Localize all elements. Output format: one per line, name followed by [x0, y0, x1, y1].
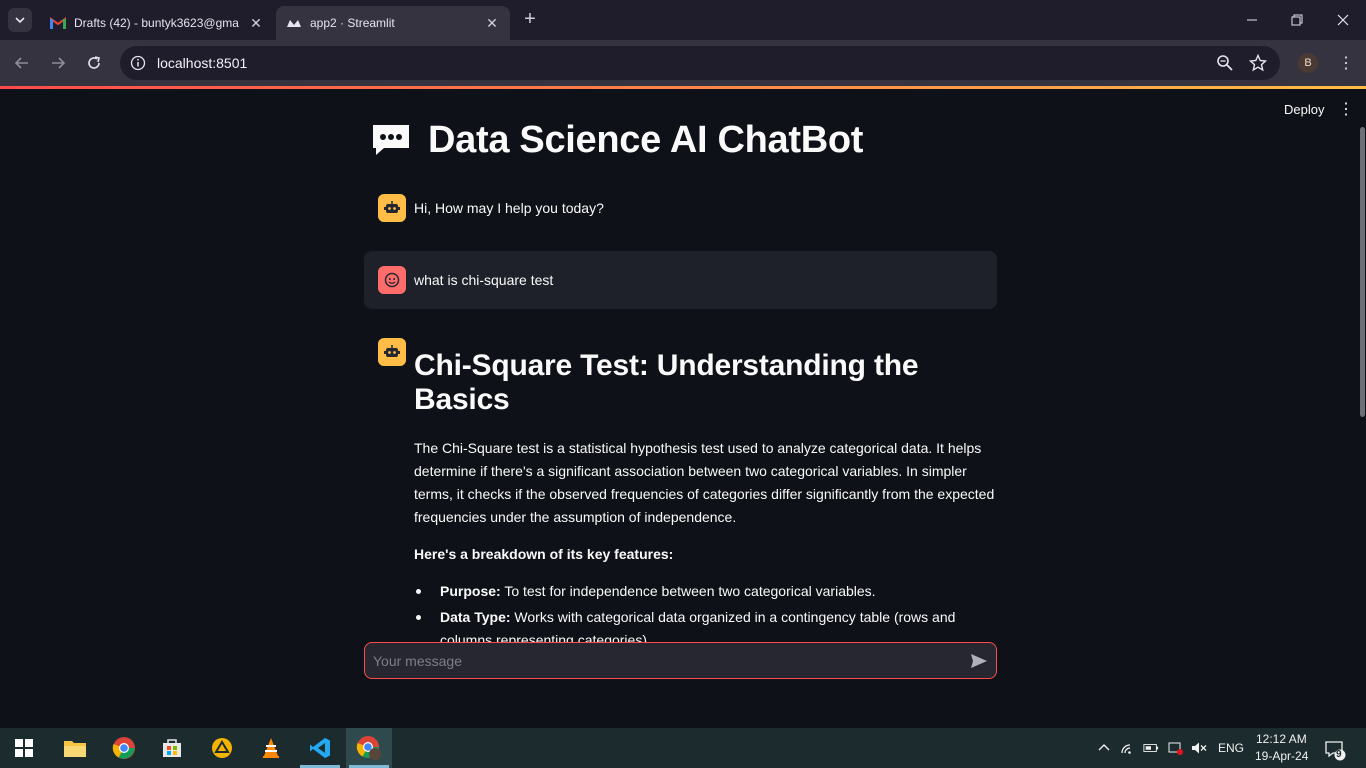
- close-window-button[interactable]: [1331, 8, 1355, 32]
- site-info-icon[interactable]: [130, 55, 146, 71]
- new-tab-button[interactable]: +: [520, 9, 540, 30]
- notifications-icon[interactable]: [1323, 738, 1347, 762]
- language-indicator[interactable]: ENG: [1218, 741, 1244, 755]
- browser-toolbar: localhost:8501 B ⋮: [0, 40, 1366, 86]
- clock-date[interactable]: 19-Apr-24: [1255, 749, 1308, 763]
- chat-message-assistant-answer: Chi-Square Test: Understanding the Basic…: [414, 349, 999, 655]
- tab-gmail[interactable]: Drafts (42) - buntyk3623@gma ✕: [40, 6, 274, 40]
- streamlit-app: Deploy ⋮ Data Science AI ChatBot Hi, How…: [0, 89, 1366, 728]
- url-text: localhost:8501: [157, 55, 248, 71]
- robot-icon: [378, 338, 406, 366]
- close-icon: [1337, 14, 1349, 26]
- app-title: Data Science AI ChatBot: [428, 119, 864, 161]
- close-icon[interactable]: ✕: [484, 15, 500, 31]
- tab-streamlit[interactable]: app2 · Streamlit ✕: [276, 6, 510, 40]
- smiley-face-icon: [378, 266, 406, 294]
- vlc-icon[interactable]: [257, 734, 285, 762]
- chevron-down-icon: [15, 17, 25, 24]
- robot-icon: [378, 194, 406, 222]
- close-icon[interactable]: ✕: [248, 15, 264, 31]
- streamlit-icon: [286, 15, 302, 31]
- scrollbar[interactable]: [1360, 127, 1365, 417]
- chat-input[interactable]: [373, 643, 953, 678]
- minimize-button[interactable]: [1240, 8, 1264, 32]
- breakdown-label: Here's a breakdown of its key features:: [414, 546, 674, 562]
- bookmark-star-icon[interactable]: [1249, 54, 1267, 72]
- microsoft-store-icon[interactable]: [158, 734, 186, 762]
- chat-message-user: what is chi-square test: [364, 251, 997, 309]
- chevron-up-icon[interactable]: [1096, 740, 1112, 756]
- wifi-icon[interactable]: [1120, 740, 1136, 756]
- bullet-term: Purpose:: [440, 583, 501, 599]
- reload-button[interactable]: [82, 51, 106, 75]
- windows-start-icon[interactable]: [10, 734, 38, 762]
- chat-message-assistant: Hi, How may I help you today?: [364, 192, 997, 232]
- clock-time[interactable]: 12:12 AM: [1256, 732, 1307, 746]
- arrow-right-icon: [52, 57, 66, 69]
- windows-taskbar: ENG 12:12 AM 19-Apr-24 9: [0, 728, 1366, 768]
- speech-bubble-icon: [373, 124, 409, 155]
- back-button[interactable]: [10, 51, 34, 75]
- restore-icon: [1291, 14, 1303, 26]
- chat-input-container: [364, 642, 997, 679]
- restore-button[interactable]: [1285, 8, 1309, 32]
- answer-heading: Chi-Square Test: Understanding the Basic…: [414, 349, 919, 416]
- page-title: Data Science AI ChatBot: [370, 119, 863, 162]
- tab-title: app2 · Streamlit: [310, 16, 395, 30]
- file-explorer-icon[interactable]: [61, 734, 89, 762]
- vscode-icon[interactable]: [306, 734, 334, 762]
- list-item: Purpose: To test for independence betwee…: [414, 580, 999, 603]
- zoom-icon[interactable]: [1216, 54, 1234, 72]
- chrome-icon[interactable]: [110, 734, 138, 762]
- reload-icon: [88, 56, 100, 69]
- forward-button[interactable]: [46, 51, 70, 75]
- device-status-icon[interactable]: [1167, 740, 1183, 756]
- send-icon[interactable]: [969, 651, 989, 671]
- profile-avatar[interactable]: B: [1298, 53, 1318, 73]
- address-bar[interactable]: localhost:8501: [120, 46, 1280, 80]
- minimize-icon: [1247, 19, 1257, 21]
- notification-count: 9: [1336, 749, 1342, 760]
- volume-muted-icon[interactable]: [1191, 740, 1207, 756]
- answer-paragraph: The Chi-Square test is a statistical hyp…: [414, 440, 995, 525]
- browser-menu-icon[interactable]: ⋮: [1336, 53, 1356, 73]
- chrome-profile-icon[interactable]: [355, 734, 383, 762]
- battery-icon[interactable]: [1143, 740, 1159, 756]
- bullet-term: Data Type:: [440, 609, 511, 625]
- deploy-button[interactable]: Deploy: [1276, 100, 1332, 119]
- browser-tab-strip: Drafts (42) - buntyk3623@gma ✕ app2 · St…: [0, 0, 1366, 40]
- tab-title: Drafts (42) - buntyk3623@gma: [74, 16, 239, 30]
- gmail-icon: [50, 15, 66, 31]
- bullet-text: To test for independence between two cat…: [500, 583, 876, 599]
- app-menu-icon[interactable]: ⋮: [1336, 99, 1356, 119]
- arrow-left-icon: [14, 57, 28, 69]
- google-drive-icon[interactable]: [208, 734, 236, 762]
- message-text: what is chi-square test: [414, 272, 554, 288]
- message-text: Hi, How may I help you today?: [414, 200, 604, 216]
- tab-search-button[interactable]: [8, 8, 32, 32]
